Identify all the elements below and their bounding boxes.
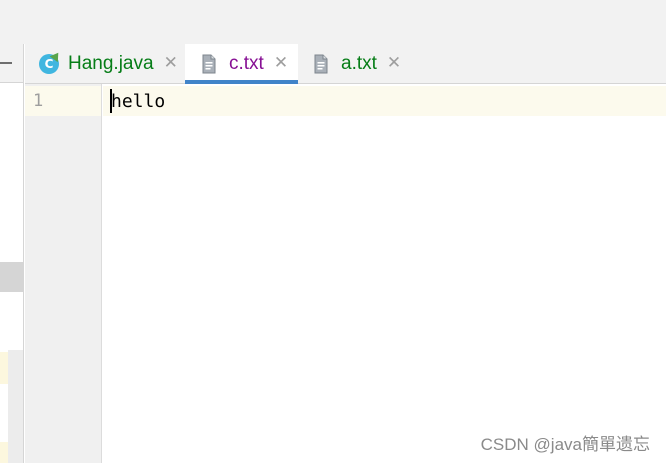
tab-label: a.txt — [341, 52, 377, 74]
panel-highlight — [0, 352, 8, 384]
tab-label: c.txt — [229, 52, 264, 74]
line-number-gutter: 1 — [25, 84, 102, 463]
code-editor[interactable]: 1 hello — [25, 84, 666, 463]
close-icon[interactable]: ✕ — [274, 55, 288, 72]
top-toolbar-strip — [0, 0, 666, 44]
current-line-highlight — [103, 86, 666, 116]
editor-tab-bar: C Hang.java ✕ c.txt ✕ a.txt ✕ — [25, 44, 666, 84]
project-tool-window — [0, 44, 24, 463]
text-file-icon — [202, 54, 216, 73]
close-icon[interactable]: ✕ — [164, 55, 178, 72]
panel-gutter-strip — [8, 350, 23, 463]
selected-tree-item[interactable] — [0, 262, 23, 292]
tab-hang-java[interactable]: C Hang.java ✕ — [33, 44, 180, 83]
line-number: 1 — [33, 91, 44, 111]
collapse-icon[interactable] — [0, 62, 12, 64]
tab-label: Hang.java — [68, 52, 154, 74]
close-icon[interactable]: ✕ — [387, 55, 401, 72]
java-class-icon: C — [39, 53, 59, 74]
code-line[interactable]: hello — [111, 91, 165, 112]
panel-highlight — [0, 442, 8, 463]
text-file-icon — [314, 54, 328, 73]
text-caret — [110, 89, 112, 113]
project-panel-header — [0, 44, 23, 83]
watermark: CSDN @java簡單遗忘 — [480, 435, 650, 454]
tab-a-txt[interactable]: a.txt ✕ — [298, 44, 408, 83]
tab-c-txt[interactable]: c.txt ✕ — [185, 44, 298, 84]
